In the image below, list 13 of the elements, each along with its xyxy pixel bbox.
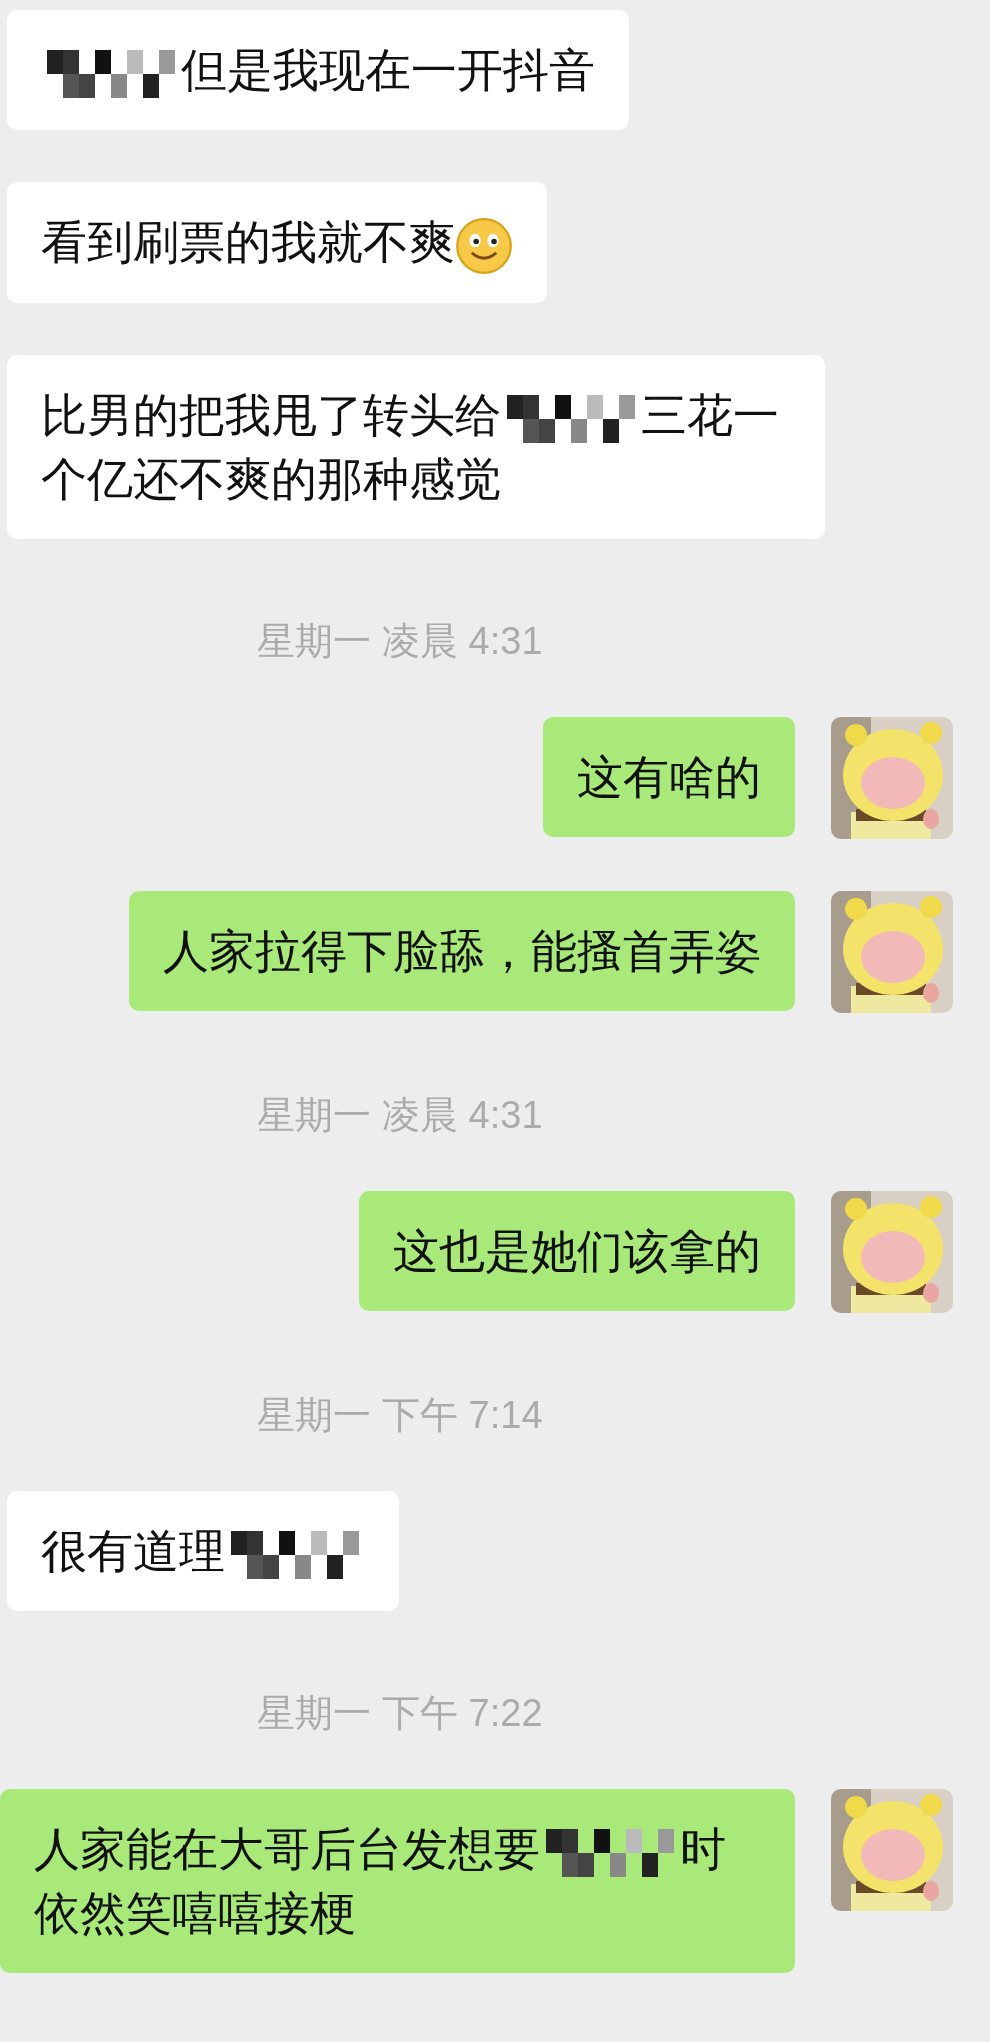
message-bubble: 但是我现在一开抖音 bbox=[7, 10, 629, 130]
message-bubble: 这也是她们该拿的 bbox=[359, 1190, 795, 1311]
message-bubble: 人家能在大哥后台发想要 时依然笑嘻嘻接梗 bbox=[0, 1788, 795, 1973]
timestamp: 星期一 凌晨 4:31 bbox=[257, 618, 543, 664]
message-bubble: 很有道理 bbox=[7, 1490, 399, 1611]
message-bubble: 比男的把我甩了转头给 三花一个亿还不爽的那种感觉 bbox=[7, 354, 825, 539]
message-bubble: 看到刷票的我就不爽 bbox=[7, 182, 547, 303]
message-bubble: 人家拉得下脸舔，能搔首弄姿 bbox=[129, 890, 795, 1011]
message-bubble: 这有啥的 bbox=[543, 716, 795, 837]
timestamp: 星期一 下午 7:22 bbox=[257, 1690, 543, 1736]
smiley-icon bbox=[455, 216, 513, 275]
timestamp: 星期一 下午 7:14 bbox=[257, 1392, 543, 1438]
timestamp: 星期一 凌晨 4:31 bbox=[257, 1092, 543, 1138]
